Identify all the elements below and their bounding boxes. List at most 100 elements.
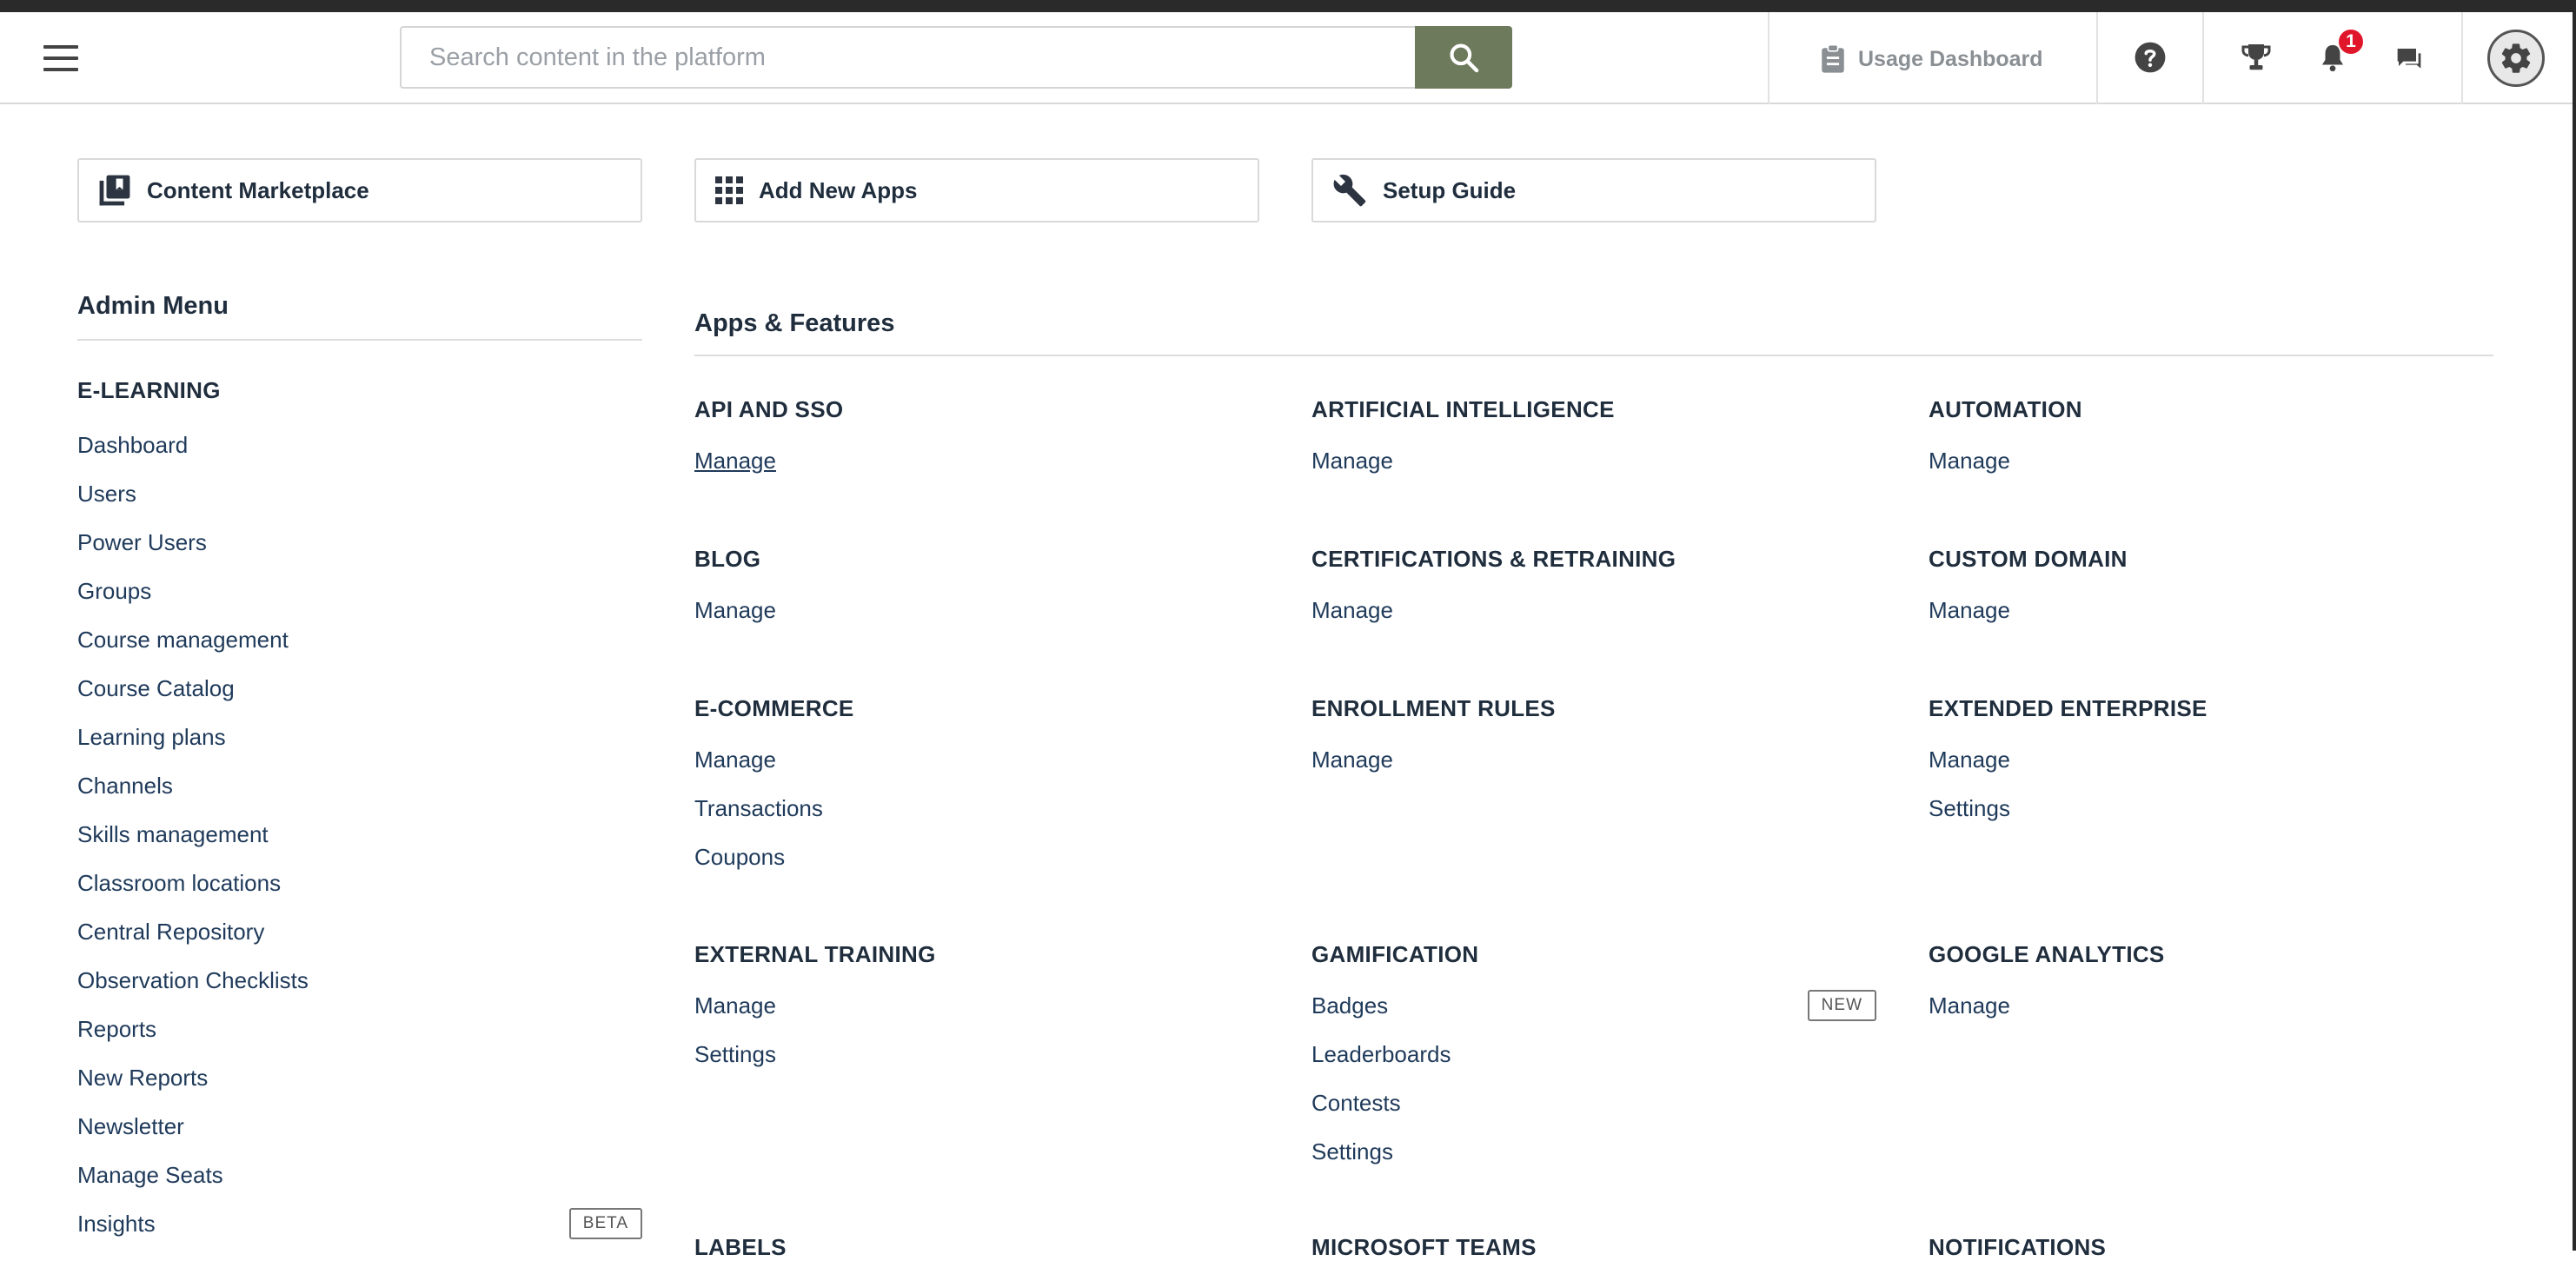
- feature-enrollment-rules: ENROLLMENT RULES Manage: [1311, 695, 1876, 784]
- sidebar-item-label: Insights: [77, 1210, 156, 1237]
- feature-e-commerce: E-COMMERCE Manage Transactions Coupons: [694, 695, 1259, 881]
- feature-heading: CERTIFICATIONS & RETRAINING: [1311, 546, 1676, 572]
- sidebar-item-label: Course Catalog: [77, 674, 235, 701]
- sidebar-item-label: Classroom locations: [77, 869, 282, 896]
- feature-heading: AUTOMATION: [1929, 396, 2082, 422]
- feature-link-manage[interactable]: Manage: [1929, 586, 2493, 634]
- sidebar-item-groups[interactable]: Groups: [77, 567, 642, 615]
- feature-link-contests[interactable]: Contests: [1311, 1078, 1876, 1127]
- sidebar-item-learning-plans[interactable]: Learning plans: [77, 713, 642, 761]
- sidebar-item-new-reports[interactable]: New Reports: [77, 1053, 642, 1102]
- setup-guide-card[interactable]: Setup Guide: [1311, 158, 1876, 222]
- feature-heading-microsoft-teams: MICROSOFT TEAMS: [1311, 1234, 1537, 1260]
- feature-link-settings[interactable]: Settings: [694, 1030, 1259, 1078]
- feature-link-manage[interactable]: Manage: [694, 735, 1259, 784]
- sidebar-item-label: Manage Seats: [77, 1161, 223, 1188]
- feature-external-training: EXTERNAL TRAINING Manage Settings: [694, 941, 1259, 1078]
- feature-heading: EXTENDED ENTERPRISE: [1929, 695, 2208, 721]
- help-icon[interactable]: [2133, 40, 2168, 75]
- sidebar-item-course-management[interactable]: Course management: [77, 615, 642, 664]
- clipboard-icon: [1822, 44, 1844, 73]
- sidebar-item-label: Observation Checklists: [77, 966, 309, 993]
- feature-blog: BLOG Manage: [694, 546, 1259, 634]
- feature-link-manage[interactable]: Manage: [1311, 436, 1876, 485]
- sidebar-item-classroom-locations[interactable]: Classroom locations: [77, 859, 642, 907]
- header-separator: [2461, 12, 2463, 104]
- admin-menu-divider: [77, 339, 642, 341]
- feature-link-settings[interactable]: Settings: [1929, 784, 2493, 833]
- sidebar-item-users[interactable]: Users: [77, 469, 642, 518]
- feature-link-manage[interactable]: Manage: [694, 981, 1259, 1030]
- feature-heading: GOOGLE ANALYTICS: [1929, 941, 2165, 967]
- chat-icon[interactable]: [2392, 42, 2427, 76]
- feature-link-manage[interactable]: Manage: [1311, 586, 1876, 634]
- add-new-apps-card[interactable]: Add New Apps: [694, 158, 1259, 222]
- sidebar-item-label: New Reports: [77, 1064, 209, 1091]
- apps-features-title: Apps & Features: [694, 309, 895, 337]
- feature-link-manage[interactable]: Manage: [694, 436, 1259, 485]
- search-button[interactable]: [1415, 26, 1512, 89]
- sidebar-item-label: Users: [77, 480, 136, 507]
- search-input[interactable]: [400, 26, 1415, 89]
- feature-heading: CUSTOM DOMAIN: [1929, 546, 2128, 572]
- sidebar-item-label: Central Repository: [77, 918, 265, 945]
- admin-menu-title: Admin Menu: [77, 292, 229, 320]
- sidebar-item-skills-management[interactable]: Skills management: [77, 810, 642, 859]
- sidebar-item-central-repository[interactable]: Central Repository: [77, 907, 642, 956]
- feature-link-manage[interactable]: Manage: [1311, 735, 1876, 784]
- feature-link-manage[interactable]: Manage: [1929, 981, 2493, 1030]
- gear-icon: [2501, 43, 2531, 73]
- feature-link-settings[interactable]: Settings: [1311, 1127, 1876, 1176]
- feature-automation: AUTOMATION Manage: [1929, 396, 2493, 485]
- sidebar-item-power-users[interactable]: Power Users: [77, 518, 642, 567]
- content-marketplace-card[interactable]: Content Marketplace: [77, 158, 642, 222]
- sidebar-item-label: Course management: [77, 626, 289, 653]
- sidebar-item-manage-seats[interactable]: Manage Seats: [77, 1151, 642, 1199]
- feature-link-coupons[interactable]: Coupons: [694, 833, 1259, 881]
- feature-api-and-sso: API AND SSO Manage: [694, 396, 1259, 485]
- sidebar-item-insights[interactable]: Insights BETA: [77, 1199, 642, 1248]
- trophy-icon[interactable]: [2239, 40, 2274, 75]
- sidebar-item-observation-checklists[interactable]: Observation Checklists: [77, 956, 642, 1005]
- sidebar-item-label: Newsletter: [77, 1112, 184, 1139]
- feature-heading: BLOG: [694, 546, 761, 572]
- feature-heading: GAMIFICATION: [1311, 941, 1479, 967]
- search-bar: [400, 26, 1512, 89]
- feature-link-manage[interactable]: Manage: [1929, 735, 2493, 784]
- window-top-strip: [0, 0, 2576, 12]
- sidebar-item-newsletter[interactable]: Newsletter: [77, 1102, 642, 1151]
- wrench-icon: [1333, 174, 1366, 207]
- feature-link-transactions[interactable]: Transactions: [694, 784, 1259, 833]
- sidebar-item-channels[interactable]: Channels: [77, 761, 642, 810]
- feature-custom-domain: CUSTOM DOMAIN Manage: [1929, 546, 2493, 634]
- hamburger-menu-icon[interactable]: [43, 45, 78, 71]
- feature-heading: ARTIFICIAL INTELLIGENCE: [1311, 396, 1615, 422]
- new-tag: NEW: [1807, 990, 1876, 1021]
- feature-link-manage[interactable]: Manage: [1929, 436, 2493, 485]
- feature-link-leaderboards[interactable]: Leaderboards: [1311, 1030, 1876, 1078]
- search-icon: [1450, 43, 1479, 73]
- sidebar-item-course-catalog[interactable]: Course Catalog: [77, 664, 642, 713]
- feature-google-analytics: GOOGLE ANALYTICS Manage: [1929, 941, 2493, 1030]
- feature-extended-enterprise: EXTENDED ENTERPRISE Manage Settings: [1929, 695, 2493, 833]
- feature-heading: API AND SSO: [694, 396, 844, 422]
- usage-dashboard-label: Usage Dashboard: [1858, 46, 2043, 71]
- sidebar-item-reports[interactable]: Reports: [77, 1005, 642, 1053]
- sidebar-item-label: Groups: [77, 577, 152, 604]
- sidebar-item-dashboard[interactable]: Dashboard: [77, 421, 642, 469]
- quick-link-label: Add New Apps: [759, 176, 918, 203]
- feature-gamification: GAMIFICATION Badges NEW Leaderboards Con…: [1311, 941, 1876, 1176]
- header-separator: [2202, 12, 2204, 104]
- feature-link-manage[interactable]: Manage: [694, 586, 1259, 634]
- sidebar-item-label: Reports: [77, 1015, 157, 1042]
- feature-certifications-retraining: CERTIFICATIONS & RETRAINING Manage: [1311, 546, 1876, 634]
- sidebar-item-label: Power Users: [77, 528, 207, 555]
- usage-dashboard-link[interactable]: Usage Dashboard: [1820, 43, 2043, 75]
- feature-artificial-intelligence: ARTIFICIAL INTELLIGENCE Manage: [1311, 396, 1876, 485]
- apps-grid-icon: [715, 176, 743, 204]
- feature-heading: ENROLLMENT RULES: [1311, 695, 1556, 721]
- sidebar-item-label: Learning plans: [77, 723, 226, 750]
- quick-link-label: Setup Guide: [1383, 176, 1517, 203]
- admin-settings-button[interactable]: [2487, 30, 2545, 87]
- feature-link-badges[interactable]: Badges NEW: [1311, 981, 1876, 1030]
